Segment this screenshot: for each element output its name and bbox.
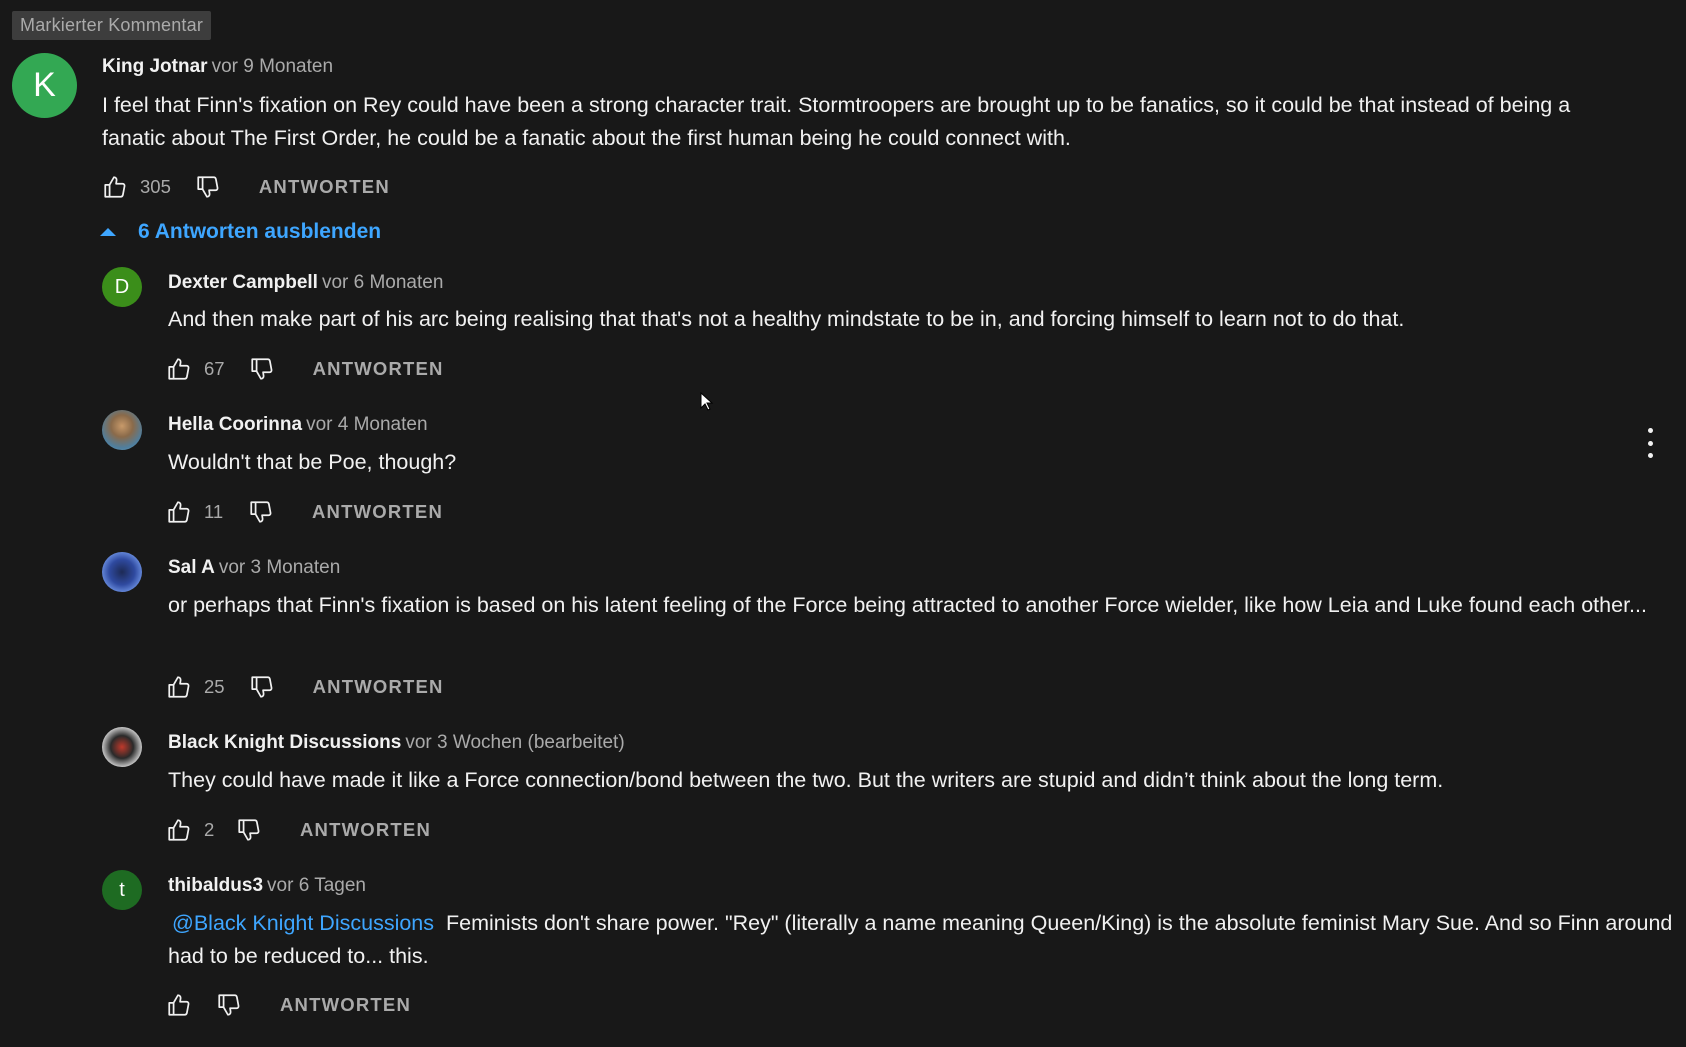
thumbs-up-icon: [168, 358, 190, 380]
author-name[interactable]: thibaldus3: [168, 875, 263, 896]
comment-header: thibaldus3 vor 6 Tagen: [168, 874, 366, 898]
mouse-cursor-icon: [700, 392, 714, 411]
mention-link[interactable]: @Black Knight Discussions: [172, 911, 434, 935]
reply-button[interactable]: ANTWORTEN: [313, 358, 444, 380]
dislike-button[interactable]: [249, 356, 275, 382]
avatar[interactable]: t: [102, 870, 142, 910]
avatar[interactable]: [102, 727, 142, 767]
comment-time[interactable]: vor 6 Tagen: [267, 875, 366, 896]
like-button[interactable]: [102, 174, 128, 200]
like-count: 305: [140, 176, 171, 197]
reply-button[interactable]: ANTWORTEN: [280, 994, 411, 1016]
comment-time[interactable]: vor 6 Monaten: [322, 272, 443, 293]
thumbs-down-icon: [250, 358, 273, 380]
thumbs-up-icon: [104, 176, 126, 198]
avatar-letter: D: [114, 275, 130, 298]
thumbs-down-icon: [238, 819, 260, 841]
comment-actions: 67 ANTWORTEN: [166, 354, 444, 384]
comment-text: They could have made it like a Force con…: [168, 768, 1444, 792]
comment-header: King Jotnar vor 9 Monaten: [102, 55, 333, 79]
like-button[interactable]: [166, 674, 192, 700]
like-button[interactable]: [166, 356, 192, 382]
comment-time[interactable]: vor 4 Monaten: [306, 414, 427, 435]
comment-actions: ANTWORTEN: [166, 990, 411, 1020]
avatar-letter: t: [119, 878, 125, 901]
comment-header: Sal Avor 3 Monaten: [168, 556, 340, 580]
hide-replies-button[interactable]: 6 Antworten ausblenden: [100, 220, 381, 244]
comment-actions: 305 ANTWORTEN: [102, 172, 390, 202]
dislike-button[interactable]: [248, 499, 274, 525]
thumbs-down-icon: [250, 501, 272, 523]
author-name[interactable]: King Jotnar: [102, 56, 208, 77]
like-count: 11: [204, 501, 224, 522]
comment-time[interactable]: vor 9 Monaten: [212, 56, 333, 77]
dislike-button[interactable]: [195, 174, 221, 200]
reply-button[interactable]: ANTWORTEN: [300, 819, 431, 841]
comment-text: Wouldn't that be Poe, though?: [168, 450, 457, 474]
like-button[interactable]: [166, 817, 192, 843]
dislike-button[interactable]: [249, 674, 275, 700]
dislike-button[interactable]: [236, 817, 262, 843]
hide-replies-label: 6 Antworten ausblenden: [138, 220, 382, 243]
comment-text: or perhaps that Finn's fixation is based…: [168, 593, 1647, 617]
reply-button[interactable]: ANTWORTEN: [312, 501, 443, 523]
thumbs-up-icon: [168, 819, 190, 841]
highlighted-comment-badge: Markierter Kommentar: [12, 11, 212, 40]
like-count: 67: [204, 358, 225, 379]
thumbs-up-icon: [168, 676, 190, 698]
comment-actions: 2 ANTWORTEN: [166, 815, 431, 845]
like-button[interactable]: [166, 499, 192, 525]
comment-actions: 11 ANTWORTEN: [166, 497, 443, 527]
avatar[interactable]: K: [12, 53, 77, 118]
chevron-up-icon: [100, 228, 116, 236]
comment-text: @Black Knight Discussions Feminists don'…: [168, 907, 1686, 973]
comment-text: And then make part of his arc being real…: [168, 307, 1405, 331]
thumbs-down-icon: [250, 676, 273, 698]
dislike-button[interactable]: [216, 992, 242, 1018]
more-vert-icon-dot: [1647, 440, 1653, 446]
reply-button[interactable]: ANTWORTEN: [313, 676, 444, 698]
comment-actions: 25 ANTWORTEN: [166, 672, 444, 702]
reply-button[interactable]: ANTWORTEN: [259, 176, 390, 198]
more-vert-icon-dot: [1647, 453, 1653, 458]
like-count: 25: [204, 676, 225, 697]
thumbs-down-icon: [197, 176, 219, 198]
like-count: 2: [204, 819, 215, 840]
comment-time[interactable]: vor 3 Monaten: [219, 557, 340, 578]
thumbs-down-icon: [218, 994, 240, 1016]
avatar[interactable]: [102, 410, 142, 450]
thumbs-up-icon: [168, 994, 190, 1016]
author-name[interactable]: Dexter Campbell: [168, 272, 318, 293]
comment-time[interactable]: vor 3 Wochen (bearbeitet): [405, 732, 624, 753]
comment-header: Dexter Campbell vor 6 Monaten: [168, 271, 443, 295]
comment-text: I feel that Finn's fixation on Rey could…: [102, 93, 1571, 150]
avatar-letter: K: [33, 66, 56, 104]
comment-header: Hella Coorinna vor 4 Monaten: [168, 413, 428, 437]
comment-header: Black Knight Discussions vor 3 Wochen (be…: [168, 731, 625, 755]
author-name[interactable]: Black Knight Discussions: [168, 732, 401, 753]
more-vert-icon-dot: [1647, 428, 1653, 433]
avatar[interactable]: [102, 552, 142, 592]
avatar[interactable]: D: [102, 267, 142, 307]
like-button[interactable]: [166, 992, 192, 1018]
more-actions-menu-button[interactable]: [1644, 428, 1656, 458]
thumbs-up-icon: [168, 501, 190, 523]
author-name[interactable]: Sal A: [168, 557, 215, 578]
author-name[interactable]: Hella Coorinna: [168, 414, 302, 435]
